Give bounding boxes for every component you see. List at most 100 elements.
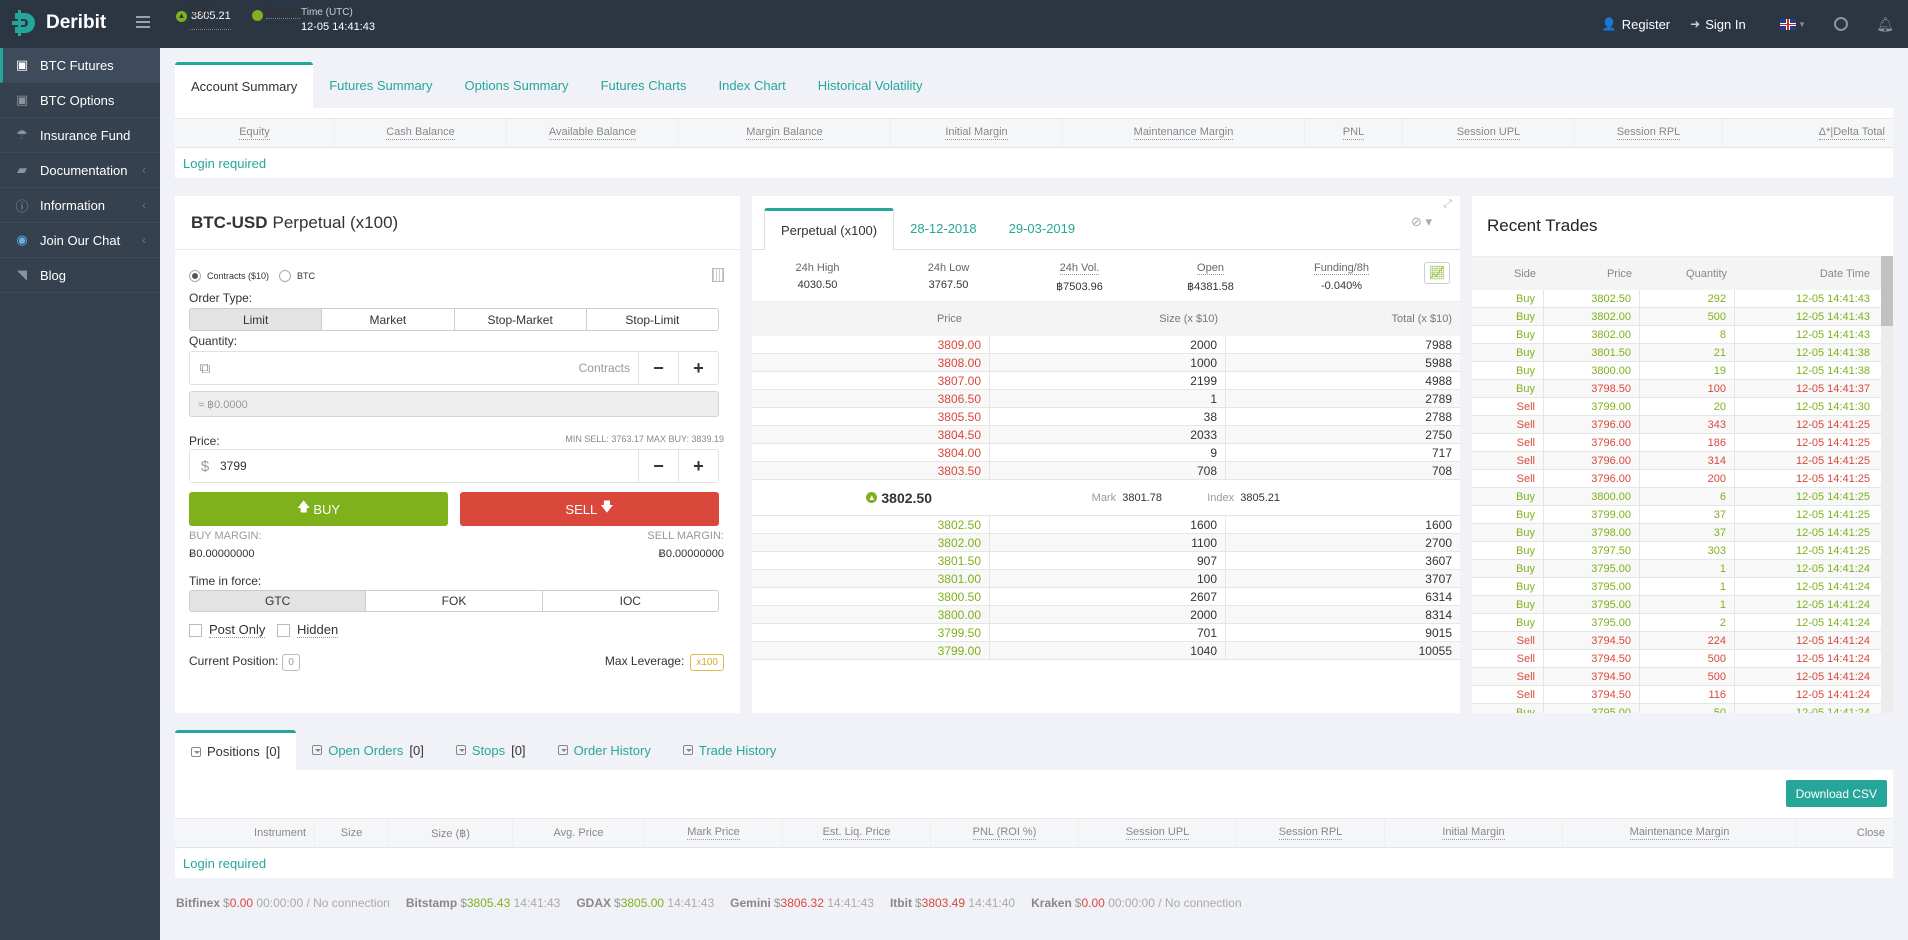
- max-leverage-value: x100: [690, 654, 724, 671]
- quantity-input[interactable]: ⧉ Contracts − +: [189, 351, 719, 385]
- radio-contracts[interactable]: [189, 270, 201, 282]
- order-size: 2033: [990, 425, 1226, 444]
- tab-perpetual[interactable]: Perpetual (x100): [764, 208, 895, 250]
- tab-futures-summary[interactable]: Futures Summary: [313, 62, 448, 108]
- bid-row[interactable]: 3802.00 1100 2700: [752, 533, 1460, 552]
- ask-row[interactable]: 3807.00 2199 4988: [752, 371, 1460, 390]
- bid-row[interactable]: 3802.50 1600 1600: [752, 515, 1460, 534]
- trade-time: 12-05 14:41:38: [1795, 346, 1870, 359]
- ask-row[interactable]: 3809.00 2000 7988: [752, 335, 1460, 354]
- tab-index-chart[interactable]: Index Chart: [703, 62, 802, 108]
- quantity-increment-button[interactable]: +: [678, 352, 718, 384]
- ask-row[interactable]: 3806.50 1 2789: [752, 389, 1460, 408]
- book-icon: ▰: [17, 162, 27, 177]
- tab-28-12-2018[interactable]: 28-12-2018: [894, 207, 993, 249]
- tab-historical-volatility[interactable]: Historical Volatility: [802, 62, 939, 108]
- tab-futures-charts[interactable]: Futures Charts: [585, 62, 703, 108]
- info-icon: ⓘ: [15, 198, 29, 214]
- sell-button[interactable]: SELL 🡇: [460, 492, 719, 526]
- bid-row[interactable]: 3799.50 701 9015: [752, 623, 1460, 642]
- quantity-unit: Contracts: [578, 361, 630, 375]
- order-total: 8314: [1425, 607, 1452, 622]
- buy-button[interactable]: 🡅 BUY: [189, 492, 448, 526]
- bid-row[interactable]: 3800.50 2607 6314: [752, 587, 1460, 606]
- summary-tabs: Account Summary Futures Summary Options …: [175, 60, 1893, 108]
- tif-ioc[interactable]: IOC: [542, 591, 718, 611]
- trade-row: Buy 3799.00 37 12-05 14:41:25: [1472, 505, 1893, 524]
- price-value[interactable]: 3799: [220, 459, 638, 473]
- sidebar-item-insurance-fund[interactable]: ☂ Insurance Fund: [0, 118, 160, 153]
- price-decrement-button[interactable]: −: [638, 450, 678, 482]
- grouping-dropdown[interactable]: ⊘ ▾: [1411, 214, 1432, 230]
- sidebar-item-btc-options[interactable]: ▣ BTC Options: [0, 83, 160, 118]
- tab-open-orders[interactable]: Open Orders [0]: [296, 730, 440, 770]
- expand-icon[interactable]: ⤢: [1443, 198, 1452, 211]
- trade-side: Buy: [1472, 343, 1544, 362]
- menu-toggle-icon[interactable]: [136, 16, 150, 28]
- bid-row[interactable]: 3801.50 907 3607: [752, 551, 1460, 570]
- ask-row[interactable]: 3804.50 2033 2750: [752, 425, 1460, 444]
- bid-row[interactable]: 3799.00 1040 10055: [752, 641, 1460, 660]
- trade-price: 3800.00: [1544, 361, 1640, 380]
- order-price: 3804.50: [752, 425, 990, 444]
- caret-box-icon: [455, 745, 466, 755]
- quantity-decrement-button[interactable]: −: [638, 352, 678, 384]
- ask-row[interactable]: 3804.00 9 717: [752, 443, 1460, 462]
- col-margin-balance: Margin Balance: [746, 126, 823, 140]
- status-online-icon: [252, 10, 263, 21]
- chevron-down-icon[interactable]: ▾: [1800, 19, 1805, 30]
- price-increment-button[interactable]: +: [678, 450, 718, 482]
- settings-icon[interactable]: [1834, 17, 1849, 31]
- col-price: Price: [1606, 267, 1632, 280]
- trade-row: Sell 3794.50 500 12-05 14:41:24: [1472, 667, 1893, 686]
- order-ticket: BTC-USD Perpetual (x100) Contracts ($10)…: [175, 196, 740, 713]
- order-type-market[interactable]: Market: [322, 309, 455, 330]
- register-link[interactable]: 👤 Register: [1602, 17, 1670, 32]
- ask-row[interactable]: 3808.00 1000 5988: [752, 353, 1460, 372]
- hidden-checkbox[interactable]: [276, 624, 290, 638]
- order-type-stop-market[interactable]: Stop-Market: [454, 309, 587, 330]
- price-input[interactable]: $ 3799 − +: [189, 449, 719, 483]
- bid-row[interactable]: 3801.00 100 3707: [752, 569, 1460, 588]
- tab-trade-history[interactable]: Trade History: [667, 730, 793, 770]
- trade-time: 12-05 14:41:30: [1795, 400, 1870, 413]
- recent-trades-header: Side Price Quantity Date Time: [1472, 256, 1893, 290]
- sidebar-item-btc-futures[interactable]: ▣ BTC Futures: [0, 48, 160, 83]
- uk-flag-icon[interactable]: [1779, 18, 1796, 30]
- sign-in-link[interactable]: ➜ Sign In: [1690, 17, 1746, 32]
- sidebar-item-label: BTC Futures: [40, 57, 114, 73]
- exchange-price: 3806.32: [780, 896, 824, 910]
- positions-login-required-link[interactable]: Login required: [175, 848, 1893, 878]
- tab-options-summary[interactable]: Options Summary: [449, 62, 585, 108]
- radio-btc[interactable]: [279, 270, 292, 282]
- sidebar-item-documentation[interactable]: ▰ Documentation ‹: [0, 153, 160, 188]
- post-only-checkbox[interactable]: [189, 624, 202, 638]
- logo[interactable]: Deribit: [12, 10, 106, 36]
- scrollbar-thumb[interactable]: [1881, 256, 1893, 326]
- stat-funding-label: Funding/8h: [1313, 262, 1370, 275]
- ask-row[interactable]: 3803.50 708 708: [752, 461, 1460, 480]
- ask-row[interactable]: 3805.50 38 2788: [752, 407, 1460, 426]
- arrow-up-icon: ▲: [176, 10, 187, 22]
- tab-29-03-2019[interactable]: 29-03-2019: [993, 207, 1092, 249]
- calculator-icon[interactable]: [712, 268, 724, 282]
- trades-scrollbar[interactable]: [1881, 256, 1893, 713]
- order-type-limit[interactable]: Limit: [190, 309, 323, 330]
- download-csv-button[interactable]: Download CSV: [1785, 780, 1887, 807]
- sidebar-item-blog[interactable]: ◥ Blog: [0, 258, 160, 293]
- bell-icon[interactable]: 🔔︎: [1876, 16, 1894, 33]
- chart-icon[interactable]: 📈︎: [1424, 262, 1450, 284]
- tif-fok[interactable]: FOK: [366, 591, 543, 611]
- sidebar-item-information[interactable]: ⓘ Information ‹: [0, 188, 160, 223]
- sidebar-item-join-chat[interactable]: ◉ Join Our Chat ‹: [0, 223, 160, 258]
- trade-price: 3794.50: [1544, 649, 1640, 668]
- tab-account-summary[interactable]: Account Summary: [175, 62, 314, 108]
- bid-row[interactable]: 3800.00 2000 8314: [752, 605, 1460, 624]
- order-type-stop-limit[interactable]: Stop-Limit: [586, 309, 718, 330]
- tab-order-history[interactable]: Order History: [542, 730, 667, 770]
- login-required-link[interactable]: Login required: [175, 148, 1893, 178]
- tif-gtc[interactable]: GTC: [190, 591, 367, 611]
- order-size: 9: [990, 443, 1226, 462]
- tab-stops[interactable]: Stops [0]: [440, 730, 542, 770]
- tab-positions[interactable]: Positions [0]: [175, 730, 297, 770]
